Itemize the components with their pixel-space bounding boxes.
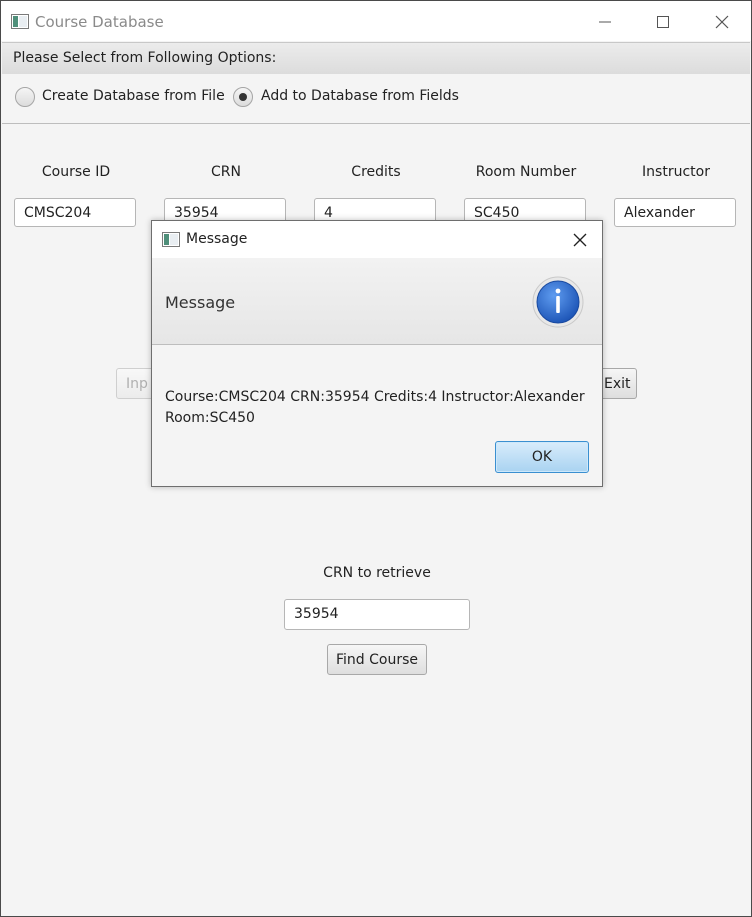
info-icon [532, 276, 584, 332]
dialog-title-bar[interactable]: Message [152, 221, 602, 258]
course-id-field[interactable]: CMSC204 [14, 198, 136, 227]
room-number-label: Room Number [475, 164, 577, 180]
radio-add-from-fields-label[interactable]: Add to Database from Fields [261, 88, 459, 104]
dialog-app-icon [162, 232, 180, 251]
title-bar[interactable]: Course Database [1, 1, 751, 41]
dialog-header: Message [152, 258, 602, 345]
crn-retrieve-field[interactable]: 35954 [284, 599, 470, 630]
find-course-button[interactable]: Find Course [327, 644, 427, 675]
minimize-button[interactable] [576, 1, 634, 41]
instructor-label: Instructor [642, 164, 710, 180]
instructor-field[interactable]: Alexander [614, 198, 736, 227]
close-icon [715, 15, 729, 29]
crn-retrieve-label: CRN to retrieve [323, 565, 431, 581]
radio-add-from-fields[interactable] [233, 87, 253, 107]
maximize-button[interactable] [634, 1, 692, 41]
course-id-label: Course ID [41, 164, 111, 180]
options-radio-group: Create Database from File Add to Databas… [2, 74, 750, 124]
dialog-title: Message [186, 231, 248, 247]
radio-create-from-file-label[interactable]: Create Database from File [42, 88, 225, 104]
minimize-icon [599, 21, 611, 23]
message-dialog: Message Message Course:CMSC204 CRN:35954… [151, 220, 603, 487]
dialog-message: Course:CMSC204 CRN:35954 Credits:4 Instr… [165, 387, 585, 429]
dialog-message-line-1: Course:CMSC204 CRN:35954 Credits:4 Instr… [165, 389, 585, 405]
radio-selected-dot [239, 93, 247, 101]
crn-label: CRN [211, 164, 241, 180]
radio-create-from-file[interactable] [15, 87, 35, 107]
options-header: Please Select from Following Options: [2, 42, 750, 75]
dialog-header-text: Message [165, 293, 236, 312]
ok-button[interactable]: OK [495, 441, 589, 473]
close-button[interactable] [693, 1, 751, 41]
credits-label: Credits [351, 164, 401, 180]
main-window: Course Database Please Select from Follo… [0, 0, 752, 917]
dialog-message-line-2: Room:SC450 [165, 410, 255, 426]
options-header-text: Please Select from Following Options: [13, 50, 277, 66]
maximize-icon [657, 16, 669, 28]
app-icon [11, 14, 29, 33]
window-title: Course Database [35, 13, 164, 31]
dialog-close-button[interactable] [573, 232, 587, 251]
close-icon [573, 233, 587, 247]
